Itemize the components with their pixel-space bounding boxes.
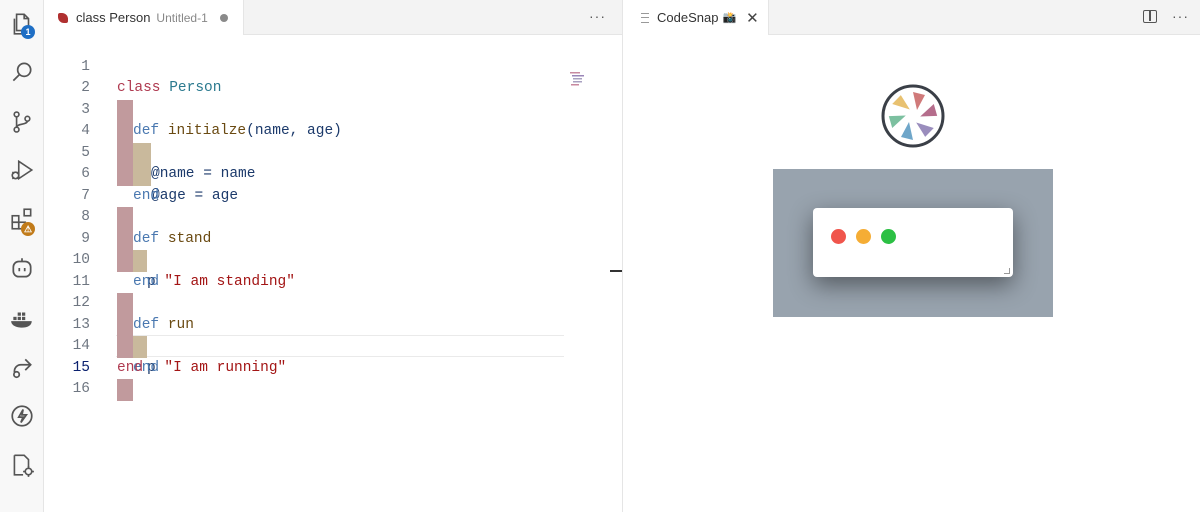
extensions-warning-badge: ⚠ <box>21 222 35 236</box>
code-line: 4 @age = age <box>44 100 564 204</box>
run-debug-icon[interactable] <box>0 148 44 192</box>
code-line: 13 end <box>44 293 564 376</box>
split-editor-icon[interactable] <box>1143 10 1157 23</box>
search-icon[interactable] <box>0 50 44 94</box>
editor-tab[interactable]: class Person Untitled-1 <box>44 0 244 35</box>
code-line: 8 p "I am standing" <box>44 186 564 290</box>
lightning-icon[interactable] <box>0 394 44 438</box>
code-line: 14 end <box>44 315 564 376</box>
code-line: 2 def initialze(name, age) <box>44 57 564 139</box>
codesnap-tab[interactable]: CodeSnap 📸 ✕ <box>623 0 769 35</box>
code-line: 15 <box>44 336 564 401</box>
editor-group: class Person Untitled-1 ··· 1 class Pers… <box>44 0 622 512</box>
code-line: 6 <box>44 143 564 182</box>
code-line: 10 <box>44 229 564 268</box>
codesnap-shutter-logo-button[interactable] <box>881 84 945 148</box>
code-editor[interactable]: 1 class Person 2 def initialze(name, age… <box>44 35 622 512</box>
codesnap-more-actions-button[interactable]: ··· <box>1172 8 1189 24</box>
source-control-icon[interactable] <box>0 100 44 144</box>
close-icon[interactable]: ✕ <box>746 9 759 27</box>
line-number: 16 <box>72 381 90 397</box>
codesnap-panel: CodeSnap 📸 ✕ ··· <box>622 0 1200 512</box>
code-line: 3 @name = name <box>44 78 564 183</box>
live-share-icon[interactable] <box>0 346 44 390</box>
extensions-icon[interactable] <box>0 197 44 241</box>
vscode-window: 1 ⚠ class Person Untitled-1 ··· 1 class … <box>0 0 1200 512</box>
editor-tab-description: Untitled-1 <box>156 10 208 25</box>
explorer-icon[interactable] <box>0 2 44 46</box>
indent-rainbow-1 <box>117 379 133 401</box>
copilot-icon[interactable] <box>0 246 44 290</box>
editor-tabbar: class Person Untitled-1 ··· <box>44 0 622 35</box>
codesnap-tabbar: CodeSnap 📸 ✕ ··· <box>623 0 1200 35</box>
codesnap-settings-icon[interactable] <box>0 443 44 487</box>
activity-bar: 1 ⚠ <box>0 0 44 512</box>
editor-tab-title: class Person <box>76 10 151 25</box>
code-line: 11 def run <box>44 250 564 333</box>
code-line: 1 class Person <box>44 35 564 97</box>
code-line: 12 p "I am running" <box>44 272 564 376</box>
unsaved-dot-icon[interactable] <box>219 13 228 22</box>
codesnap-tab-title: CodeSnap <box>657 10 719 25</box>
resize-handle-icon[interactable] <box>1004 268 1010 274</box>
window-maximize-dot-icon <box>881 229 896 244</box>
editor-split-sash[interactable] <box>610 270 622 272</box>
editor-more-actions-button[interactable]: ··· <box>589 8 606 24</box>
camera-icon: 📸 <box>722 12 737 24</box>
code-line: 5 end <box>44 121 564 204</box>
preview-icon <box>641 12 649 23</box>
window-close-dot-icon <box>831 229 846 244</box>
explorer-badge: 1 <box>21 25 35 39</box>
docker-icon[interactable] <box>0 297 44 341</box>
window-minimize-dot-icon <box>856 229 871 244</box>
ruby-file-icon <box>58 12 68 23</box>
minimap[interactable] <box>570 71 584 89</box>
code-line: 16 <box>44 358 564 397</box>
code-line: 9 end <box>44 207 564 290</box>
snapshot-window[interactable] <box>813 208 1013 277</box>
code-line: 7 def stand <box>44 164 564 247</box>
